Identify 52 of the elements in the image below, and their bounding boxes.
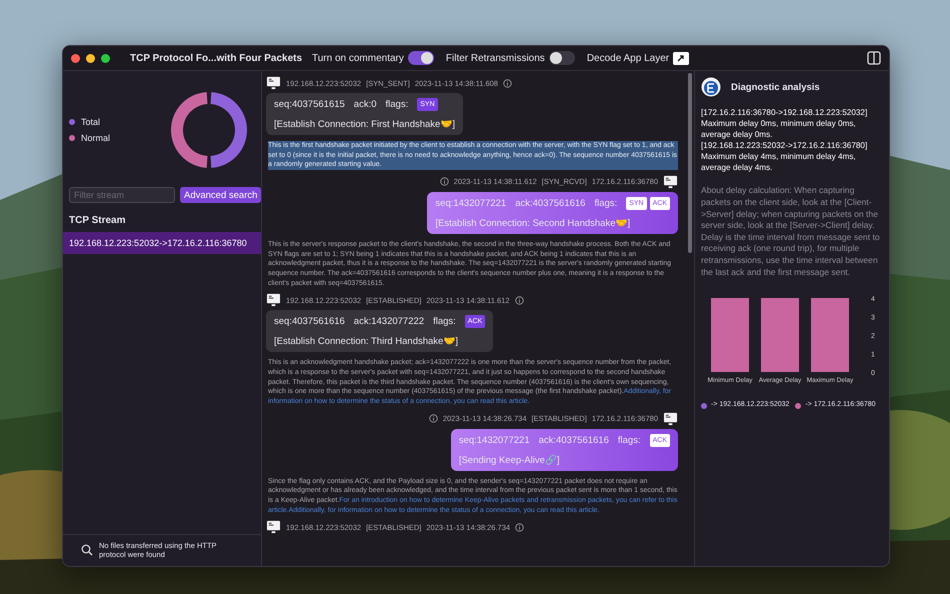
info-icon[interactable]	[502, 78, 512, 88]
info-icon[interactable]	[515, 522, 524, 532]
ack-text: ack:4037561616	[538, 434, 609, 446]
window-title: TCP Protocol Fo...with Four Packets	[130, 52, 300, 64]
advanced-search-button[interactable]: Advanced search	[180, 187, 262, 203]
flags-label: flags:	[594, 198, 618, 209]
packet-summary: [Establish Connection: Third Handshake🤝]	[274, 335, 459, 348]
info-icon[interactable]	[514, 296, 524, 305]
toggle-label: Filter Retransmissions	[446, 52, 545, 64]
legend-dot	[795, 403, 802, 410]
panel-title: Diagnostic analysis	[731, 82, 820, 92]
search-icon	[81, 544, 93, 556]
monitor-icon	[663, 174, 678, 189]
legend-label: Total	[81, 117, 100, 127]
ack-text: ack:0	[354, 99, 377, 110]
delay-summary: [192.168.12.223:52032->172.16.2.116:36780] Maximum delay 4ms, minimum delay 4ms, average delay 4ms.	[701, 140, 868, 174]
packet-summary: [Sending Keep-Alive🔗]	[458, 454, 561, 466]
monitor-icon	[266, 76, 281, 90]
toggle-label: Turn on commentary	[312, 52, 404, 64]
sidebar-toggle-icon[interactable]	[867, 51, 881, 65]
minimize-button[interactable]	[86, 54, 95, 62]
ack-text: ack:4037561616	[515, 198, 586, 209]
flags-label: flags:	[618, 434, 641, 446]
delay-summary: [172.16.2.116:36780->192.168.12.223:52032] Maximum delay 0ms, minimum delay 0ms, average delay 0ms.	[701, 107, 868, 140]
seq-text: seq:1432077221	[458, 434, 530, 446]
legend-dot	[701, 403, 707, 410]
external-link-icon[interactable]	[673, 52, 690, 64]
flags-label: flags:	[386, 99, 408, 110]
legend-label: Normal	[81, 133, 110, 143]
toggle-switch[interactable]	[548, 51, 575, 65]
filter-field[interactable]: Filter stream	[69, 187, 175, 203]
flags-label: flags:	[433, 316, 456, 328]
monitor-icon	[663, 412, 678, 426]
toggle-switch[interactable]	[408, 51, 434, 65]
monitor-icon	[266, 293, 281, 308]
zoom-button[interactable]	[101, 54, 110, 62]
section-title: TCP Stream	[68, 214, 127, 228]
monitor-icon	[266, 520, 281, 534]
info-icon[interactable]	[428, 414, 438, 424]
info-icon[interactable]	[440, 177, 449, 186]
delay-explanation: About delay calculation: When capturing packets on the client side, look at the [Client->Server] delay; when capturing packets on the server side, look at the [Server->Client] delay. Delay is the time interval from message sent to receiving ack (one round trip), for multiple retransmissions, use the time interval between the last ack and the first message sent.	[701, 185, 881, 278]
ack-text: ack:1432077222	[354, 316, 424, 328]
logo-icon	[701, 77, 721, 97]
toggle-label: Decode App Layer	[586, 52, 670, 64]
seq-text: seq:1432077221	[435, 198, 506, 209]
seq-text: seq:4037561616	[274, 316, 345, 328]
stream-item[interactable]: 192.168.12.223:52032->172.16.2.116:36780	[63, 232, 261, 254]
seq-text: seq:4037561615	[274, 99, 345, 110]
packet-summary: [Establish Connection: First Handshake🤝]	[274, 118, 455, 130]
close-button[interactable]	[71, 54, 80, 62]
packet-summary: [Establish Connection: Second Handshake🤝]	[435, 216, 632, 229]
scrollbar-thumb[interactable]	[688, 73, 692, 253]
